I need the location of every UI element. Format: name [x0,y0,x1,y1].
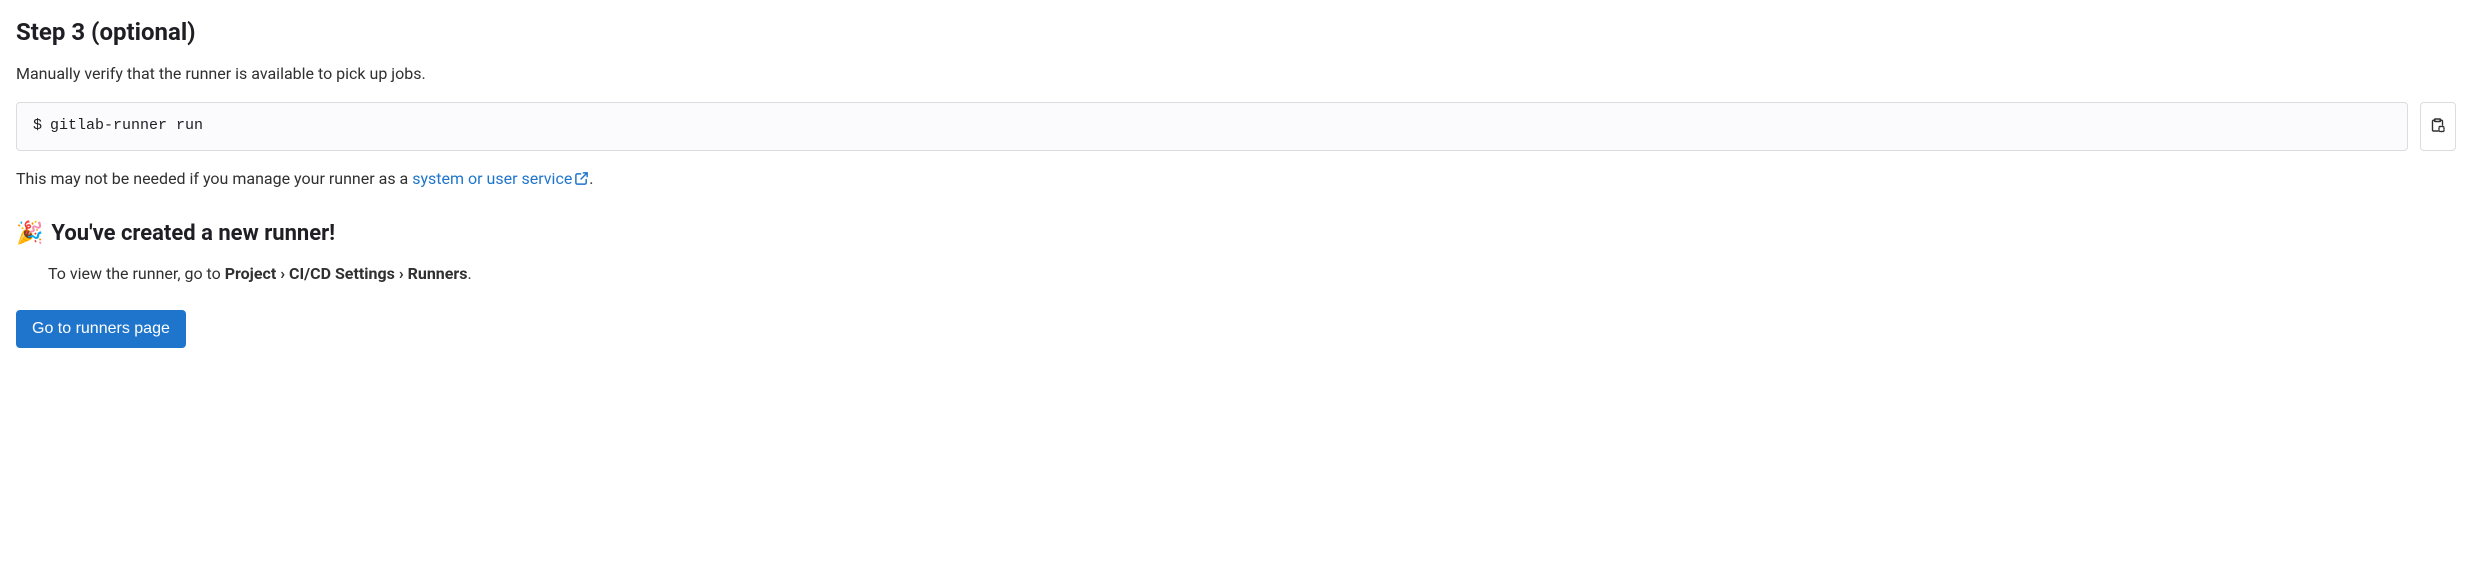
success-heading: 🎉 You've created a new runner! [16,217,2456,250]
external-link-icon [574,169,589,193]
code-prompt: $ [33,115,42,138]
clipboard-icon [2430,117,2446,136]
note-prefix: This may not be needed if you manage you… [16,169,412,188]
service-link[interactable]: system or user service [412,169,589,188]
code-command: gitlab-runner run [50,115,203,138]
note-text: This may not be needed if you manage you… [16,167,2456,193]
step-description: Manually verify that the runner is avail… [16,62,2456,86]
note-suffix: . [589,169,593,188]
success-heading-text: You've created a new runner! [51,217,335,250]
success-desc-path: Project › CI/CD Settings › Runners [225,264,468,283]
service-link-text: system or user service [412,169,572,188]
code-block: $ gitlab-runner run [16,102,2408,151]
party-popper-icon: 🎉 [16,217,43,250]
code-row: $ gitlab-runner run [16,102,2456,151]
step-heading: Step 3 (optional) [16,14,2456,50]
copy-button[interactable] [2420,102,2456,151]
success-description: To view the runner, go to Project › CI/C… [48,262,2456,286]
success-desc-suffix: . [468,264,472,283]
go-to-runners-button[interactable]: Go to runners page [16,310,186,348]
success-desc-prefix: To view the runner, go to [48,264,225,283]
